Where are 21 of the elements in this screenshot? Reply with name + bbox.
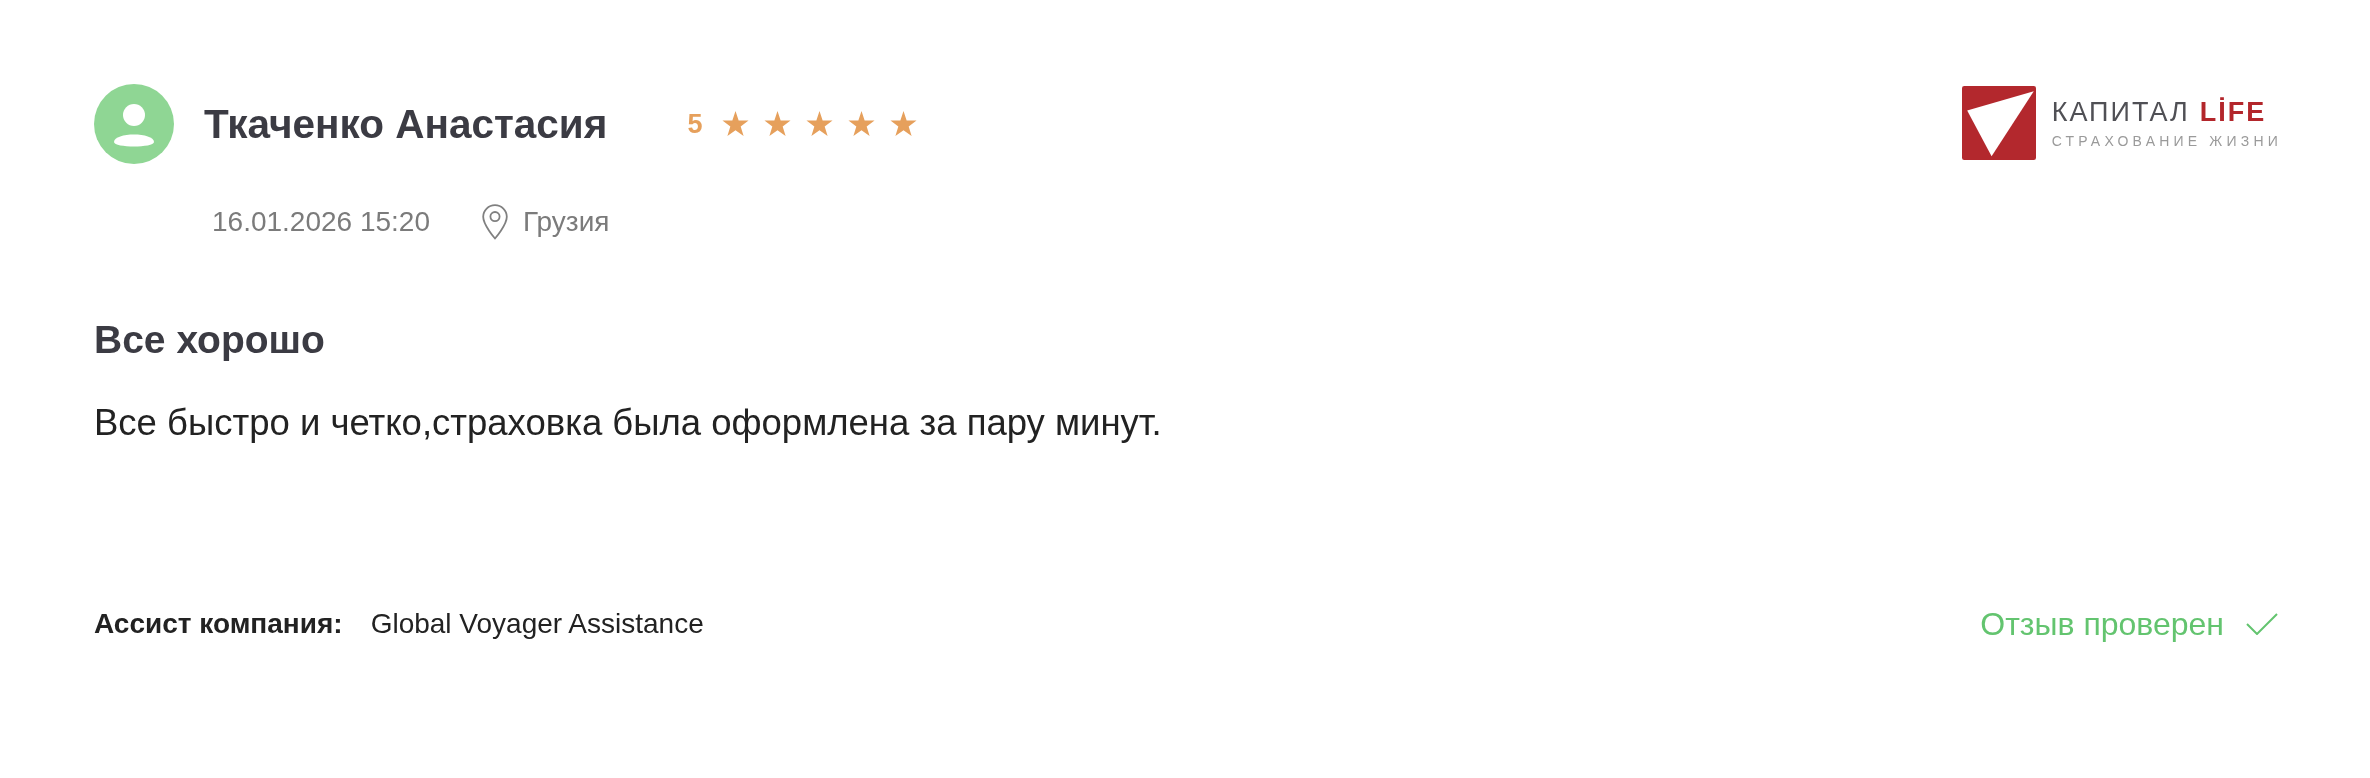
location-pin-icon [482, 204, 508, 240]
assist-company-name: Global Voyager Assistance [370, 607, 704, 641]
review-date: 16.01.2026 15:20 [212, 205, 430, 239]
star-icon [848, 111, 876, 137]
author-name: Ткаченко Анастасия [204, 100, 608, 148]
avatar-icon [94, 84, 174, 164]
review-title: Все хорошо [94, 317, 326, 363]
review-verified-label: Отзыв проверен [1980, 605, 2224, 644]
logo-mark-icon [1961, 86, 2036, 160]
assist-company-label: Ассист компания: [94, 607, 343, 641]
review-location: Грузия [523, 205, 610, 239]
logo-wordmark: КАПИТАЛ [2051, 97, 2190, 127]
logo-tagline: СТРАХОВАНИЕ ЖИЗНИ [2051, 133, 2282, 149]
star-icon [722, 111, 750, 137]
star-icon [806, 111, 834, 137]
rating-score: 5 [687, 108, 703, 141]
star-icon [890, 111, 918, 137]
review-text: Все быстро и четко,страховка была оформлена за пару минут. [94, 401, 1163, 445]
checkmark-icon [2246, 613, 2278, 635]
logo-accent-text: LİFE [2199, 97, 2267, 127]
star-icon [764, 111, 792, 137]
